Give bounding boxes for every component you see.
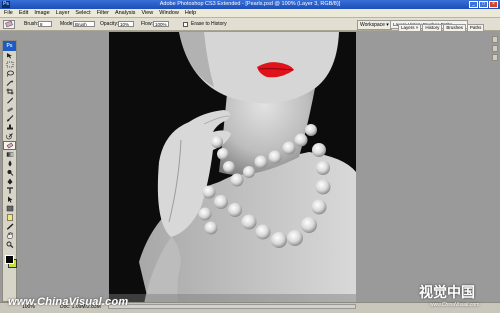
clone-stamp-tool[interactable] (3, 123, 16, 132)
eraser-icon (5, 21, 13, 28)
tab-paths[interactable]: Paths (466, 24, 485, 32)
panel-dock: Layers × History Brushes Paths (398, 24, 485, 32)
menu-analysis[interactable]: Analysis (115, 10, 135, 16)
erase-history-label: Erase to History (191, 21, 227, 27)
type-tool[interactable] (3, 186, 16, 195)
history-brush-icon (5, 133, 13, 140)
mode-select[interactable]: Brush (73, 21, 95, 27)
menu-edit[interactable]: Edit (19, 10, 28, 16)
blur-tool[interactable] (3, 159, 16, 168)
pearls-photo (109, 32, 356, 304)
panel-icon-2[interactable] (492, 45, 498, 52)
hand-icon (6, 232, 13, 239)
window-title: Adobe Photoshop CS3 Extended - [Pearls.p… (159, 1, 341, 7)
brush-size-picker[interactable]: 8 (38, 21, 52, 27)
pen-tool[interactable] (3, 177, 16, 186)
eyedropper-icon (6, 223, 13, 230)
notes-tool[interactable] (3, 213, 16, 222)
tool-preset-picker[interactable] (3, 20, 15, 29)
flow-input[interactable]: 100% (153, 21, 169, 27)
gradient-icon (6, 152, 13, 157)
collapsed-panel-icons (492, 36, 498, 301)
dodge-icon (7, 170, 13, 176)
crop-icon (6, 88, 13, 95)
title-bar: Ps Adobe Photoshop CS3 Extended - [Pearl… (0, 0, 500, 9)
tab-brushes[interactable]: Brushes (443, 24, 466, 32)
foreground-color-swatch[interactable] (5, 255, 14, 264)
dodge-tool[interactable] (3, 168, 16, 177)
marquee-icon (6, 61, 13, 68)
blur-icon (8, 160, 11, 167)
watermark-sub: www.ChinaVisual.com (430, 302, 480, 308)
slice-icon (6, 97, 13, 104)
menu-image[interactable]: Image (34, 10, 49, 16)
menu-layer[interactable]: Layer (56, 10, 70, 16)
horizontal-scrollbar[interactable] (108, 304, 356, 309)
brush-label: Brush: (24, 21, 39, 27)
hand-tool[interactable] (3, 231, 16, 240)
move-icon (6, 53, 12, 59)
opacity-input[interactable]: 10% (118, 21, 134, 27)
tab-layers[interactable]: Layers × (398, 24, 422, 32)
panel-icon-3[interactable] (492, 54, 498, 61)
toolbox: Ps (2, 40, 17, 302)
magic-wand-icon (6, 80, 13, 86)
notes-icon (6, 214, 13, 221)
erase-history-checkbox[interactable] (183, 22, 188, 27)
watermark-logo: 视觉中国 (419, 284, 475, 300)
menu-select[interactable]: Select (75, 10, 90, 16)
eyedropper-tool[interactable] (3, 222, 16, 231)
close-button[interactable]: × (489, 1, 498, 8)
workspace-button[interactable]: Workspace ▾ (357, 20, 392, 30)
watermark-left: www.ChinaVisual.com (8, 296, 129, 308)
pen-icon (7, 178, 12, 185)
maximize-button[interactable]: □ (479, 1, 488, 8)
mode-label: Mode: (60, 21, 74, 27)
gradient-tool[interactable] (3, 150, 16, 159)
menu-bar: File Edit Image Layer Select Filter Anal… (0, 9, 500, 18)
shape-tool[interactable] (3, 204, 16, 213)
menu-file[interactable]: File (4, 10, 13, 16)
path-select-tool[interactable] (3, 195, 16, 204)
lasso-icon (6, 70, 14, 77)
type-icon (6, 187, 13, 194)
document-canvas[interactable] (109, 32, 356, 304)
brush-icon (6, 115, 13, 122)
menu-filter[interactable]: Filter (97, 10, 109, 16)
panel-icon-1[interactable] (492, 36, 498, 43)
eraser-icon (6, 142, 13, 149)
brush-tool[interactable] (3, 114, 16, 123)
history-brush-tool[interactable] (3, 132, 16, 141)
crop-tool[interactable] (3, 87, 16, 96)
zoom-icon (6, 241, 13, 248)
menu-view[interactable]: View (141, 10, 153, 16)
healing-icon (6, 107, 13, 112)
path-select-icon (7, 196, 12, 203)
toolbox-logo: Ps (3, 41, 16, 51)
clone-stamp-icon (6, 124, 13, 130)
slice-tool[interactable] (3, 96, 16, 105)
eraser-tool[interactable] (3, 141, 16, 150)
opacity-label: Opacity: (100, 21, 119, 27)
zoom-tool[interactable] (3, 240, 16, 249)
move-tool[interactable] (3, 51, 16, 60)
lasso-tool[interactable] (3, 69, 16, 78)
marquee-tool[interactable] (3, 60, 16, 69)
menu-window[interactable]: Window (159, 10, 179, 16)
magic-wand-tool[interactable] (3, 78, 16, 87)
healing-tool[interactable] (3, 105, 16, 114)
shape-icon (6, 205, 13, 212)
flow-label: Flow: (141, 21, 153, 27)
menu-help[interactable]: Help (185, 10, 196, 16)
tab-history[interactable]: History (422, 24, 443, 32)
minimize-button[interactable]: _ (469, 1, 478, 8)
